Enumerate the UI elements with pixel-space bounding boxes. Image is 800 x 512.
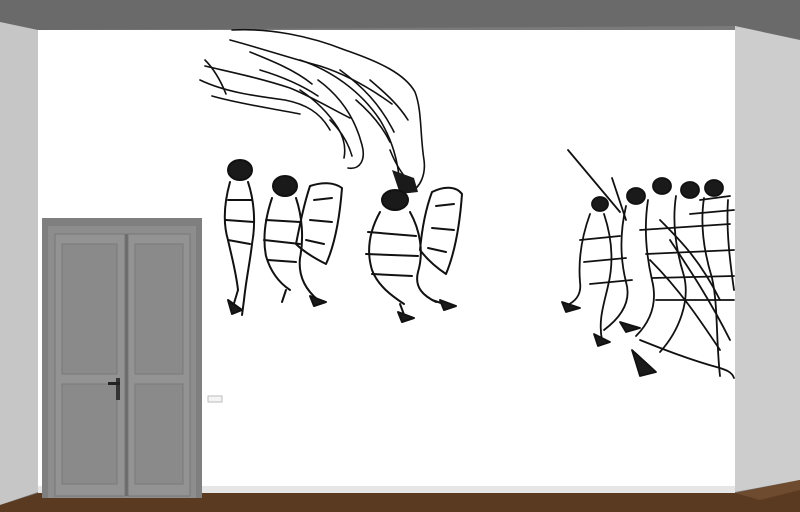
room-scene bbox=[0, 0, 800, 512]
light-switch-icon bbox=[207, 395, 223, 403]
wall-caption bbox=[552, 490, 732, 498]
room-illustration bbox=[0, 0, 800, 512]
double-door[interactable] bbox=[42, 218, 202, 498]
right-side-wall bbox=[735, 26, 800, 492]
left-side-wall bbox=[0, 22, 38, 505]
